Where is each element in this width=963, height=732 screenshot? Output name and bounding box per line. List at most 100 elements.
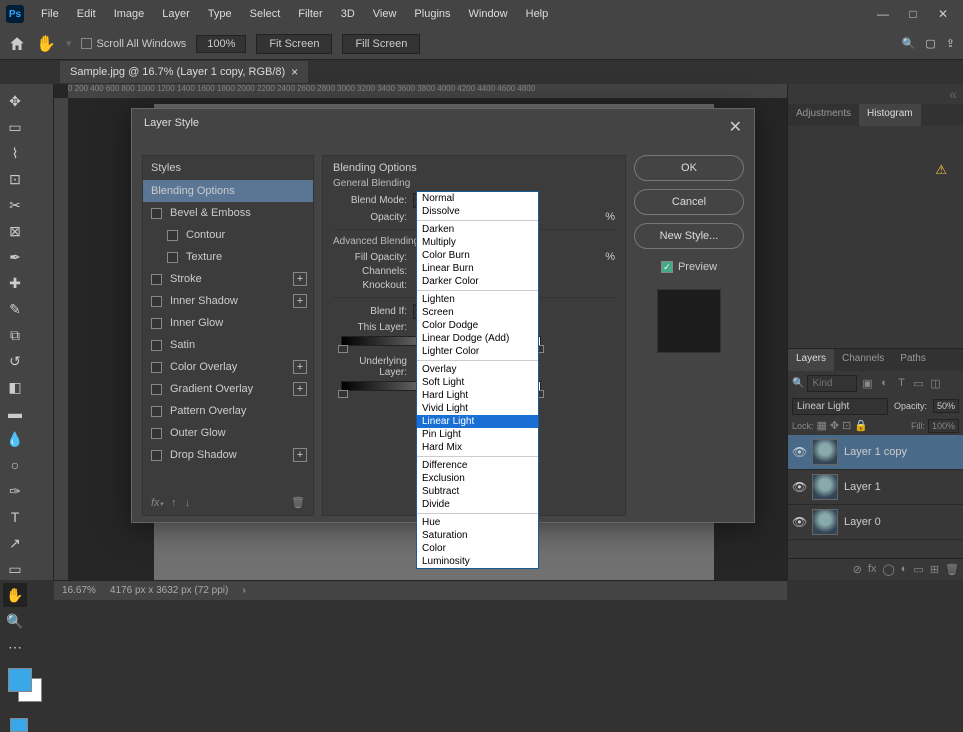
blend-mode-label: Blend Mode: — [333, 195, 407, 206]
style-checkbox[interactable] — [151, 384, 162, 395]
style-checkbox[interactable] — [167, 252, 178, 263]
blend-option-color-burn[interactable]: Color Burn — [417, 249, 538, 262]
section-title: Blending Options — [333, 162, 615, 174]
blend-option-pin-light[interactable]: Pin Light — [417, 428, 538, 441]
style-checkbox[interactable] — [151, 428, 162, 439]
close-icon[interactable]: ✕ — [729, 117, 742, 137]
style-label: Drop Shadow — [170, 449, 237, 461]
general-blending-label: General Blending — [333, 178, 615, 189]
style-row-outer-glow[interactable]: Outer Glow — [143, 422, 313, 444]
separator — [417, 360, 538, 361]
blend-option-divide[interactable]: Divide — [417, 498, 538, 511]
style-checkbox[interactable] — [151, 208, 162, 219]
separator — [417, 290, 538, 291]
blend-option-overlay[interactable]: Overlay — [417, 363, 538, 376]
separator — [417, 513, 538, 514]
style-row-inner-glow[interactable]: Inner Glow — [143, 312, 313, 334]
blend-option-dissolve[interactable]: Dissolve — [417, 205, 538, 218]
dialog-title: Layer Style — [144, 117, 199, 137]
cancel-button[interactable]: Cancel — [634, 189, 744, 215]
blend-option-multiply[interactable]: Multiply — [417, 236, 538, 249]
style-label: Pattern Overlay — [170, 405, 246, 417]
separator — [417, 456, 538, 457]
blend-option-screen[interactable]: Screen — [417, 306, 538, 319]
fill-opacity-label: Fill Opacity: — [333, 252, 407, 263]
blend-option-subtract[interactable]: Subtract — [417, 485, 538, 498]
plus-icon[interactable]: + — [293, 294, 307, 308]
blend-if-label: Blend If: — [333, 306, 407, 317]
blend-option-difference[interactable]: Difference — [417, 459, 538, 472]
blend-option-linear-burn[interactable]: Linear Burn — [417, 262, 538, 275]
blend-option-saturation[interactable]: Saturation — [417, 529, 538, 542]
zoom-tool[interactable]: 🔍 — [3, 609, 27, 633]
style-checkbox[interactable] — [151, 450, 162, 461]
preview-label: Preview — [678, 261, 717, 273]
opacity-label: Opacity: — [333, 212, 407, 223]
style-row-texture[interactable]: Texture — [143, 246, 313, 268]
knockout-label: Knockout: — [333, 280, 407, 291]
style-label: Color Overlay — [170, 361, 237, 373]
blend-option-hard-light[interactable]: Hard Light — [417, 389, 538, 402]
blend-option-color[interactable]: Color — [417, 542, 538, 555]
blend-option-darker-color[interactable]: Darker Color — [417, 275, 538, 288]
plus-icon[interactable]: + — [293, 272, 307, 286]
style-checkbox[interactable] — [151, 340, 162, 351]
style-label: Contour — [186, 229, 225, 241]
quickmask-swatch[interactable] — [10, 718, 28, 732]
blend-option-lighter-color[interactable]: Lighter Color — [417, 345, 538, 358]
blend-option-normal[interactable]: Normal — [417, 192, 538, 205]
style-row-color-overlay[interactable]: Color Overlay + — [143, 356, 313, 378]
style-row-stroke[interactable]: Stroke + — [143, 268, 313, 290]
blend-option-soft-light[interactable]: Soft Light — [417, 376, 538, 389]
preview-swatch — [657, 289, 721, 353]
arrow-up-icon[interactable]: ↑ — [171, 497, 177, 509]
style-checkbox[interactable] — [151, 362, 162, 373]
blend-option-luminosity[interactable]: Luminosity — [417, 555, 538, 568]
plus-icon[interactable]: + — [293, 360, 307, 374]
blend-option-vivid-light[interactable]: Vivid Light — [417, 402, 538, 415]
fx-icon[interactable]: fx▾ — [151, 497, 163, 509]
blend-option-lighten[interactable]: Lighten — [417, 293, 538, 306]
arrow-down-icon[interactable]: ↓ — [185, 497, 191, 509]
blend-option-linear-dodge-add-[interactable]: Linear Dodge (Add) — [417, 332, 538, 345]
blend-mode-dropdown[interactable]: NormalDissolveDarkenMultiplyColor BurnLi… — [416, 191, 539, 569]
style-label: Blending Options — [151, 185, 235, 197]
style-checkbox[interactable] — [151, 318, 162, 329]
style-checkbox[interactable] — [151, 406, 162, 417]
blend-option-color-dodge[interactable]: Color Dodge — [417, 319, 538, 332]
blend-option-exclusion[interactable]: Exclusion — [417, 472, 538, 485]
style-row-drop-shadow[interactable]: Drop Shadow + — [143, 444, 313, 466]
blend-option-hue[interactable]: Hue — [417, 516, 538, 529]
this-layer-label: This Layer: — [333, 322, 407, 333]
plus-icon[interactable]: + — [293, 448, 307, 462]
style-label: Inner Shadow — [170, 295, 238, 307]
foreground-color[interactable] — [8, 668, 32, 692]
style-row-bevel-emboss[interactable]: Bevel & Emboss — [143, 202, 313, 224]
blend-option-hard-mix[interactable]: Hard Mix — [417, 441, 538, 454]
ok-button[interactable]: OK — [634, 155, 744, 181]
preview-checkbox[interactable]: ✓ — [661, 261, 673, 273]
color-swatches[interactable] — [8, 668, 48, 708]
pct-label: % — [605, 211, 615, 223]
channels-label: Channels: — [333, 266, 407, 277]
style-row-contour[interactable]: Contour — [143, 224, 313, 246]
style-row-blending-options[interactable]: Blending Options — [143, 180, 313, 202]
plus-icon[interactable]: + — [293, 382, 307, 396]
style-row-inner-shadow[interactable]: Inner Shadow + — [143, 290, 313, 312]
style-checkbox[interactable] — [167, 230, 178, 241]
style-label: Inner Glow — [170, 317, 223, 329]
blend-option-darken[interactable]: Darken — [417, 223, 538, 236]
style-checkbox[interactable] — [151, 296, 162, 307]
blend-option-linear-light[interactable]: Linear Light — [417, 415, 538, 428]
style-row-pattern-overlay[interactable]: Pattern Overlay — [143, 400, 313, 422]
trash-icon[interactable]: 🗑 — [291, 496, 305, 509]
style-row-gradient-overlay[interactable]: Gradient Overlay+ — [143, 378, 313, 400]
more-tools[interactable]: ⋯ — [3, 635, 27, 659]
new-style-button[interactable]: New Style... — [634, 223, 744, 249]
style-label: Bevel & Emboss — [170, 207, 251, 219]
style-row-satin[interactable]: Satin — [143, 334, 313, 356]
styles-header: Styles — [143, 156, 313, 180]
style-label: Texture — [186, 251, 222, 263]
style-checkbox[interactable] — [151, 274, 162, 285]
style-label: Stroke — [170, 273, 202, 285]
